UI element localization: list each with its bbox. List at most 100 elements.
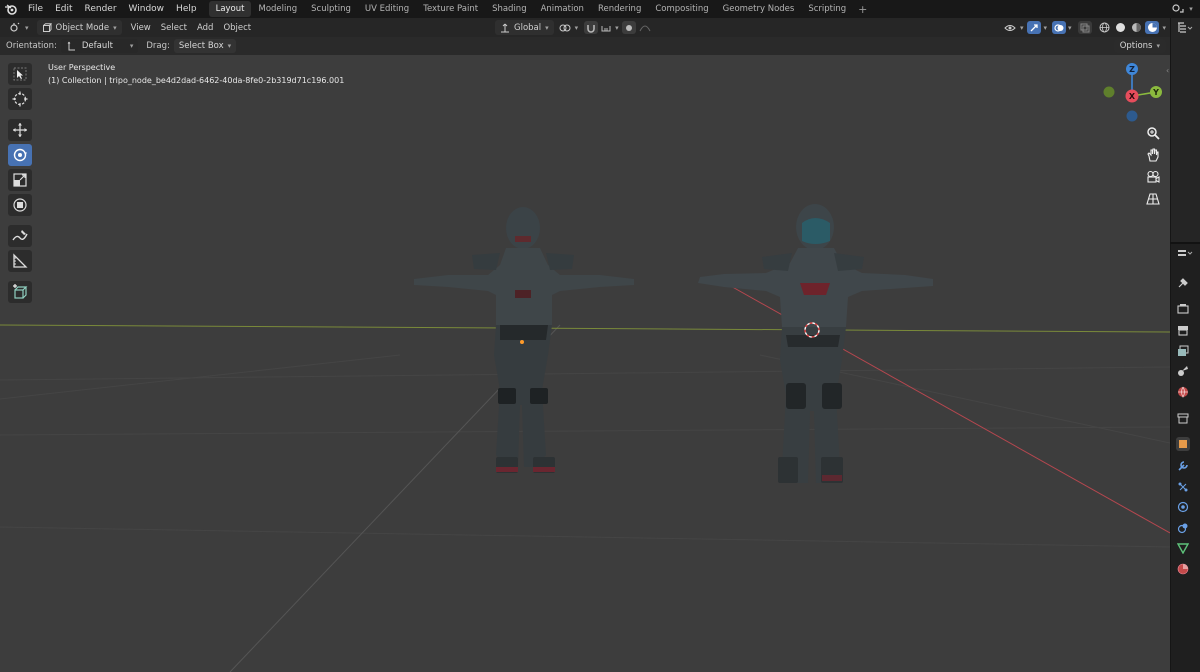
outliner-panel[interactable]: ‹ [1166, 18, 1200, 242]
zoom-button[interactable] [1143, 123, 1163, 143]
pivot-point-dropdown[interactable]: ▾ [554, 20, 584, 35]
menu-object[interactable]: Object [218, 20, 256, 35]
tab-geometry-nodes[interactable]: Geometry Nodes [716, 1, 802, 17]
tool-properties-icon[interactable] [1176, 276, 1190, 290]
mode-dropdown[interactable]: Object Mode ▾ [36, 20, 122, 35]
menu-edit[interactable]: Edit [49, 0, 78, 18]
outliner-editor-icon[interactable] [1177, 22, 1193, 37]
menu-help[interactable]: Help [170, 0, 203, 18]
select-box-tool[interactable] [8, 63, 32, 85]
menu-view[interactable]: View [126, 20, 156, 35]
world-properties-icon[interactable] [1176, 385, 1190, 399]
view-layer-properties-icon[interactable] [1176, 344, 1190, 358]
object-properties-icon[interactable] [1176, 437, 1190, 451]
menu-add[interactable]: Add [192, 20, 218, 35]
cursor-arrow-icon [13, 67, 27, 81]
material-properties-icon[interactable] [1176, 562, 1190, 576]
gizmo-dropdown-icon[interactable]: ▾ [1043, 24, 1047, 32]
default-orientation-icon [67, 41, 75, 51]
menu-render[interactable]: Render [79, 0, 123, 18]
shading-solid-button[interactable] [1113, 21, 1127, 34]
armor-character-left[interactable] [414, 207, 634, 473]
3d-viewport[interactable]: User Perspective (1) Collection | tripo_… [0, 55, 1170, 672]
gizmo-toggle[interactable] [1027, 21, 1042, 34]
orientation-icon [501, 23, 509, 32]
blender-logo-icon[interactable] [0, 0, 22, 18]
tab-compositing[interactable]: Compositing [648, 1, 715, 17]
proportional-edit-toggle[interactable] [621, 21, 636, 34]
options-dropdown[interactable]: Options ▾ [1113, 39, 1166, 53]
shading-material-button[interactable] [1129, 21, 1143, 34]
overlays-toggle[interactable] [1051, 21, 1066, 34]
x-axis-label: X [1129, 92, 1136, 101]
data-properties-icon[interactable] [1176, 541, 1190, 555]
tab-animation[interactable]: Animation [534, 1, 591, 17]
options-label: Options [1119, 41, 1153, 51]
menu-file[interactable]: File [22, 0, 49, 18]
overlays-dropdown-icon[interactable]: ▾ [1068, 24, 1072, 32]
pencil-stroke-icon [12, 230, 28, 241]
y-axis-label: Y [1152, 88, 1159, 97]
tab-modeling[interactable]: Modeling [251, 1, 304, 17]
modifier-properties-icon[interactable] [1176, 459, 1190, 473]
pan-button[interactable] [1143, 145, 1163, 165]
scene-properties-icon[interactable] [1176, 364, 1190, 378]
camera-view-button[interactable] [1143, 167, 1163, 187]
drag-dropdown[interactable]: Select Box ▾ [173, 39, 237, 53]
snap-toggle[interactable] [584, 21, 599, 34]
solid-sphere-icon [1115, 23, 1125, 32]
magnet-icon [587, 24, 595, 33]
armor-character-right[interactable] [698, 204, 933, 483]
collection-properties-icon[interactable] [1176, 411, 1190, 425]
proportional-edit-icon [625, 24, 632, 31]
move-tool[interactable] [8, 119, 32, 141]
orientation-label: Global [514, 22, 542, 33]
transform-orientation-dropdown[interactable]: Global ▾ [495, 20, 554, 35]
shading-rendered-button[interactable] [1145, 21, 1160, 34]
orientation-dropdown[interactable]: Default ▾ [60, 39, 139, 53]
tab-scripting[interactable]: Scripting [801, 1, 853, 17]
scale-icon [13, 173, 27, 187]
shading-wireframe-button[interactable] [1097, 21, 1111, 34]
shading-dropdown-icon[interactable]: ▾ [1162, 24, 1166, 32]
tab-sculpting[interactable]: Sculpting [304, 1, 358, 17]
editor-type-button[interactable]: ▾ [4, 20, 34, 35]
physics-properties-icon[interactable] [1176, 500, 1190, 514]
ruler-icon [13, 253, 28, 268]
rotate-tool[interactable] [8, 144, 32, 166]
proportional-falloff-dropdown[interactable] [638, 21, 652, 34]
tab-shading[interactable]: Shading [485, 1, 534, 17]
snap-target-dropdown[interactable]: ▾ [599, 20, 621, 35]
scale-tool[interactable] [8, 169, 32, 191]
sidebar-toggle-icon[interactable]: ‹ [1166, 66, 1169, 75]
overlays-icon [1054, 23, 1064, 32]
tab-uv-editing[interactable]: UV Editing [358, 1, 416, 17]
add-cube-tool[interactable] [8, 281, 32, 303]
render-properties-icon[interactable] [1176, 302, 1190, 316]
xray-toggle[interactable] [1078, 21, 1093, 34]
tab-rendering[interactable]: Rendering [591, 1, 648, 17]
add-workspace-icon[interactable]: + [853, 3, 872, 16]
menu-window[interactable]: Window [123, 0, 171, 18]
scene-selector-icon[interactable]: ▾ [1164, 0, 1200, 18]
negative-z-axis-icon[interactable] [1126, 110, 1138, 122]
3d-cursor-tool-icon [12, 91, 28, 107]
cursor-tool[interactable] [8, 88, 32, 110]
transform-tool[interactable] [8, 194, 32, 216]
constraint-properties-icon[interactable] [1176, 521, 1190, 535]
mode-label: Object Mode [55, 22, 110, 33]
properties-editor-icon[interactable] [1177, 248, 1193, 263]
measure-tool[interactable] [8, 250, 32, 272]
tab-texture-paint[interactable]: Texture Paint [416, 1, 485, 17]
particles-properties-icon[interactable] [1176, 480, 1190, 494]
visibility-dropdown[interactable]: ▾ [1001, 20, 1027, 35]
navigation-gizmo[interactable]: Z Y X [1100, 62, 1164, 126]
output-properties-icon[interactable] [1176, 323, 1190, 337]
transform-icon [13, 198, 27, 212]
z-axis-label: Z [1129, 65, 1135, 74]
annotate-tool[interactable] [8, 225, 32, 247]
menu-select[interactable]: Select [156, 20, 192, 35]
tab-layout[interactable]: Layout [208, 1, 252, 17]
negative-y-axis-icon[interactable] [1103, 86, 1115, 98]
perspective-toggle-button[interactable] [1143, 189, 1163, 209]
